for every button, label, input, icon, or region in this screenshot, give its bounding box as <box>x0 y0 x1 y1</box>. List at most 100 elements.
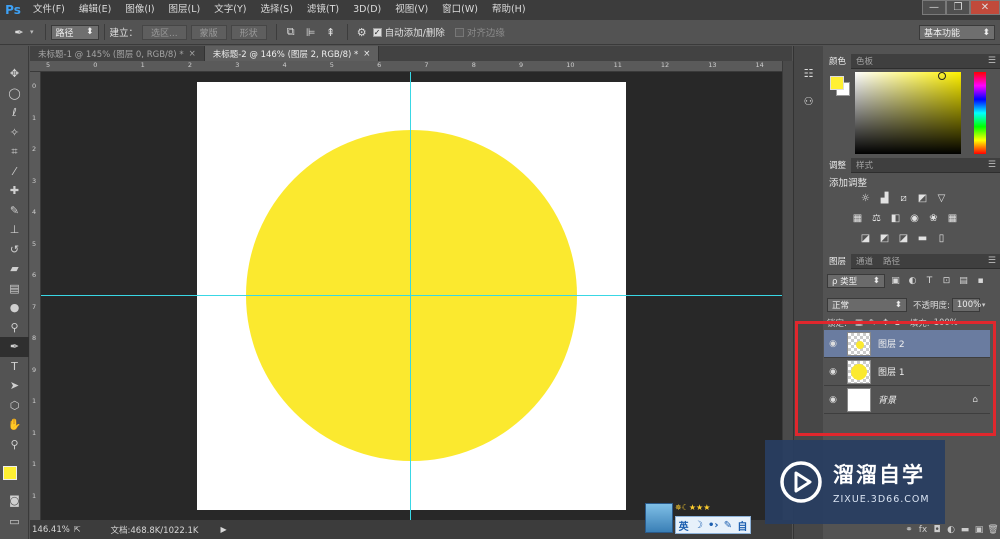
layer-filter-select[interactable]: ρ 类型 ⬍ <box>827 274 885 288</box>
zoom-tool-icon[interactable]: ⚲ <box>0 435 29 455</box>
canvas-area[interactable] <box>41 72 782 520</box>
workspace-select[interactable]: 基本功能 ⬍ <box>919 25 995 40</box>
tab-adjustments[interactable]: 调整 <box>824 157 852 173</box>
menu-filter[interactable]: 滤镜(T) <box>300 0 346 20</box>
path-operations-icon[interactable]: ⧉ <box>282 23 300 41</box>
menu-view[interactable]: 视图(V) <box>388 0 435 20</box>
menu-type[interactable]: 文字(Y) <box>207 0 253 20</box>
photo-filter-icon[interactable]: ◉ <box>907 212 922 225</box>
filter-type-icon[interactable]: T <box>923 275 936 288</box>
tool-mode-select[interactable]: 路径 ⬍ <box>50 24 99 40</box>
punctuation-icon[interactable]: •› <box>708 520 719 531</box>
healing-brush-tool-icon[interactable]: ✚ <box>0 181 29 201</box>
new-group-icon[interactable]: ▬ <box>958 525 972 535</box>
gradient-tool-icon[interactable]: ▤ <box>0 279 29 299</box>
minimize-button[interactable]: — <box>922 0 946 15</box>
gradient-map-icon[interactable]: ▬ <box>915 232 930 245</box>
color-lookup-icon[interactable]: ▦ <box>945 212 960 225</box>
pen-tool-icon[interactable]: ✒ <box>0 337 29 357</box>
new-adjustment-icon[interactable]: ◐ <box>944 525 958 535</box>
opacity-input[interactable]: 100% <box>951 298 981 312</box>
menu-file[interactable]: 文件(F) <box>26 0 72 20</box>
filter-smart-object-icon[interactable]: ▤ <box>957 275 970 288</box>
tab-styles[interactable]: 样式 <box>851 158 878 173</box>
posterize-icon[interactable]: ◩ <box>877 232 892 245</box>
quick-mask-icon[interactable]: ◙ <box>0 491 29 511</box>
ime-avatar[interactable] <box>645 503 673 533</box>
filter-pixel-icon[interactable]: ▣ <box>889 275 902 288</box>
shape-tool-icon[interactable]: ⬡ <box>0 396 29 416</box>
menu-select[interactable]: 选择(S) <box>253 0 299 20</box>
eraser-tool-icon[interactable]: ▰ <box>0 259 29 279</box>
eyedropper-tool-icon[interactable]: ⁄ <box>0 162 29 182</box>
make-shape-button[interactable]: 形状 <box>230 24 267 40</box>
hue-slider[interactable] <box>974 72 986 154</box>
new-layer-icon[interactable]: ▣ <box>972 525 986 535</box>
hue-saturation-icon[interactable]: ▦ <box>850 212 865 225</box>
horizontal-ruler[interactable]: 5 0 1 2 3 4 5 6 7 8 9 10 11 12 13 14 <box>30 61 782 72</box>
opacity-dropdown-icon[interactable]: ▾ <box>982 301 986 309</box>
type-tool-icon[interactable]: T <box>0 357 29 377</box>
color-field[interactable] <box>855 72 961 154</box>
preset-chevron-icon[interactable]: ▾ <box>30 28 34 36</box>
selective-color-icon[interactable]: ▯ <box>934 232 949 245</box>
clone-stamp-tool-icon[interactable]: ⊥ <box>0 220 29 240</box>
blend-mode-select[interactable]: 正常 ⬍ <box>827 298 907 312</box>
history-brush-tool-icon[interactable]: ↺ <box>0 240 29 260</box>
share-icon[interactable]: ⇱ <box>74 525 81 534</box>
tab-document-2[interactable]: 未标题-2 @ 146% (图层 2, RGB/8) * × <box>204 46 380 61</box>
path-selection-tool-icon[interactable]: ➤ <box>0 376 29 396</box>
crop-tool-icon[interactable]: ⌗ <box>0 142 29 162</box>
color-picker-marker[interactable] <box>938 72 946 80</box>
threshold-icon[interactable]: ◪ <box>896 232 911 245</box>
menu-window[interactable]: 窗口(W) <box>435 0 485 20</box>
layer-style-icon[interactable]: fx <box>916 525 930 535</box>
properties-panel-icon[interactable]: ⚇ <box>799 92 819 110</box>
menu-help[interactable]: 帮助(H) <box>485 0 533 20</box>
channel-mixer-icon[interactable]: ❀ <box>926 212 941 225</box>
gear-icon[interactable]: ⚙ <box>353 23 371 41</box>
filter-toggle-icon[interactable]: ▪ <box>974 275 987 288</box>
lasso-tool-icon[interactable]: ℓ <box>0 103 29 123</box>
moon-icon[interactable]: ☽ <box>694 520 703 531</box>
brush-tool-icon[interactable]: ✎ <box>0 201 29 221</box>
make-mask-button[interactable]: 蒙版 <box>190 24 227 40</box>
make-selection-button[interactable]: 选区... <box>142 24 187 40</box>
vertical-guide[interactable] <box>410 72 411 520</box>
panel-menu-icon[interactable]: ☰ <box>988 56 996 66</box>
marquee-tool-icon[interactable]: ◯ <box>0 84 29 104</box>
levels-icon[interactable]: ▟ <box>877 192 892 205</box>
tab-paths[interactable]: 路径 <box>878 254 905 269</box>
invert-icon[interactable]: ◪ <box>858 232 873 245</box>
trash-icon[interactable]: 🗑︎ <box>986 525 1000 535</box>
add-mask-icon[interactable]: ◘ <box>930 525 944 535</box>
black-white-icon[interactable]: ◧ <box>888 212 903 225</box>
menu-edit[interactable]: 编辑(E) <box>72 0 118 20</box>
menu-image[interactable]: 图像(I) <box>118 0 161 20</box>
wrench-icon[interactable]: ✎ <box>724 520 732 531</box>
brightness-icon[interactable]: ☼ <box>858 192 873 205</box>
history-panel-icon[interactable]: ☷ <box>799 64 819 82</box>
panel-menu-icon[interactable]: ☰ <box>988 256 996 266</box>
link-layers-icon[interactable]: ⚭ <box>902 525 916 535</box>
tab-document-1[interactable]: 未标题-1 @ 145% (图层 0, RGB/8) * × <box>30 46 205 61</box>
menu-layer[interactable]: 图层(L) <box>162 0 208 20</box>
vertical-ruler[interactable]: 0 1 2 3 4 5 6 7 8 9 1 1 1 1 <box>30 72 41 520</box>
close-button[interactable]: ✕ <box>970 0 1000 15</box>
tab-color[interactable]: 颜色 <box>824 53 852 69</box>
auto-add-delete-checkbox[interactable]: ✓ <box>372 27 382 37</box>
screen-mode-icon[interactable]: ▭ <box>0 512 29 532</box>
move-tool-icon[interactable]: ✥ <box>0 64 29 84</box>
menu-3d[interactable]: 3D(D) <box>346 0 388 20</box>
ime-language-toggle[interactable]: 英 <box>679 518 689 533</box>
path-alignment-icon[interactable]: ⊫ <box>302 23 320 41</box>
restore-button[interactable]: ❐ <box>946 0 970 15</box>
foreground-color-chip[interactable] <box>830 76 844 90</box>
tab-swatches[interactable]: 色板 <box>851 54 878 69</box>
close-icon[interactable]: × <box>363 49 370 59</box>
foreground-color-swatch[interactable] <box>3 466 17 480</box>
path-arrangement-icon[interactable]: ⇞ <box>322 23 340 41</box>
quick-select-tool-icon[interactable]: ✧ <box>0 123 29 143</box>
pen-tool-preset-icon[interactable]: ✒ <box>10 23 28 41</box>
curves-icon[interactable]: ⧄ <box>896 192 911 205</box>
